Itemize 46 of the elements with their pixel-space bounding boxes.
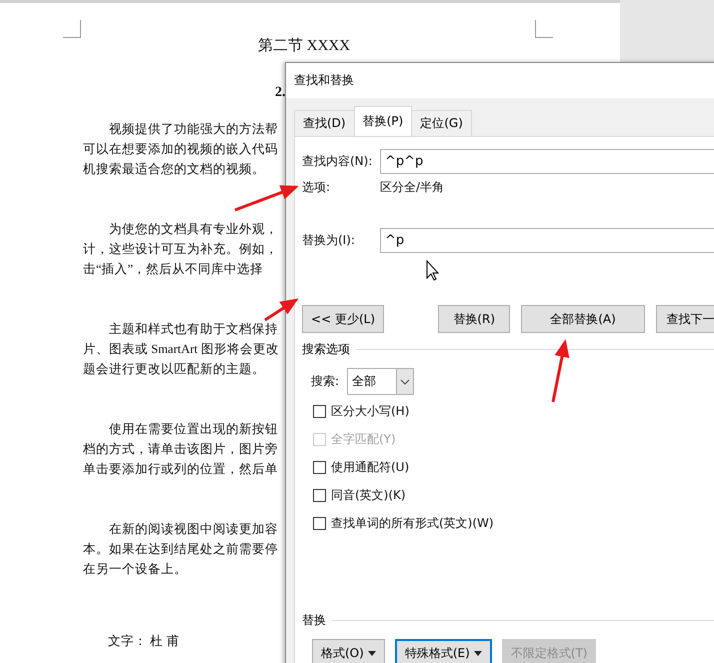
options-value: 区分全/半角 — [380, 179, 444, 196]
signature: 文字： 杜 甫 — [108, 633, 180, 650]
paragraph: 为使您的文档具有专业外观， 计，这些设计可互为补充。例如， 击“插入”，然后从不同库中选择 — [83, 221, 278, 278]
find-field[interactable]: ^p^p — [380, 149, 714, 174]
checkbox-label: 同音(英文)(K) — [331, 487, 406, 504]
dialog-button[interactable]: 全部替换(A) — [521, 305, 645, 333]
checkbox[interactable] — [313, 489, 326, 502]
checkbox-label: 查找单词的所有形式(英文)(W) — [331, 515, 494, 532]
section-title: 搜索选项 — [302, 341, 350, 358]
dialog-button[interactable]: 查找下一 — [656, 305, 714, 333]
tab[interactable]: 定位(G) — [411, 110, 472, 136]
section-title: 替换 — [302, 612, 326, 629]
paragraph: 视频提供了功能强大的方法帮 可以在想要添加的视频的嵌入代码 机搜索最适合您的文档的视频。 — [83, 121, 278, 178]
dialog-button[interactable]: << 更少(L) — [302, 305, 384, 333]
dialog-title: 查找和替换 — [294, 72, 354, 89]
checkbox-label: 区分大小写(H) — [331, 403, 410, 420]
search-label: 搜索: — [311, 373, 340, 390]
replace-field[interactable]: ^p — [380, 228, 714, 253]
caret-icon — [474, 650, 482, 656]
format-button[interactable]: 格式(O) — [312, 639, 385, 663]
crop-mark — [535, 20, 553, 38]
crop-mark — [63, 20, 81, 38]
arrow-drawing — [552, 339, 570, 402]
caret-icon — [368, 650, 376, 656]
paragraph: 在新的阅读视图中阅读更加容 本。如果在达到结尾处之前需要停 在另一个设备上。 — [83, 521, 278, 578]
paragraph: 使用在需要位置出现的新按钮 档的方式，请单击该图片，图片旁 单击要添加行或列的位置，然后单 — [83, 421, 278, 478]
checkbox[interactable] — [313, 517, 326, 530]
tab[interactable]: 替换(P) — [354, 106, 412, 136]
tab[interactable]: 查找(D) — [294, 110, 355, 136]
paragraph: 主题和样式也有助于文档保持 片、图表或 SmartArt 图形将会更改 题会进行更改以匹配新的主题。 — [83, 321, 279, 378]
options-label: 选项: — [302, 179, 332, 196]
subheading: 2. — [275, 85, 283, 101]
checkbox-label: 全字匹配(Y) — [331, 431, 396, 448]
field-label: 替换为(I): — [302, 232, 356, 249]
dialog-button[interactable]: 替换(R) — [438, 305, 510, 333]
field-label: 查找内容(N): — [302, 153, 374, 170]
checkbox[interactable] — [313, 405, 326, 418]
section-heading: 第二节 XXXX — [258, 36, 350, 55]
search-dropdown[interactable]: 全部 — [347, 368, 414, 395]
arrow-drawing — [264, 298, 299, 322]
mouse-cursor-icon — [426, 260, 440, 281]
checkbox-label: 使用通配符(U) — [331, 459, 410, 476]
arrow-drawing — [234, 185, 299, 212]
chevron-down-icon — [396, 369, 413, 394]
format-button[interactable]: 特殊格式(E) — [394, 639, 492, 663]
checkbox[interactable] — [313, 461, 326, 474]
